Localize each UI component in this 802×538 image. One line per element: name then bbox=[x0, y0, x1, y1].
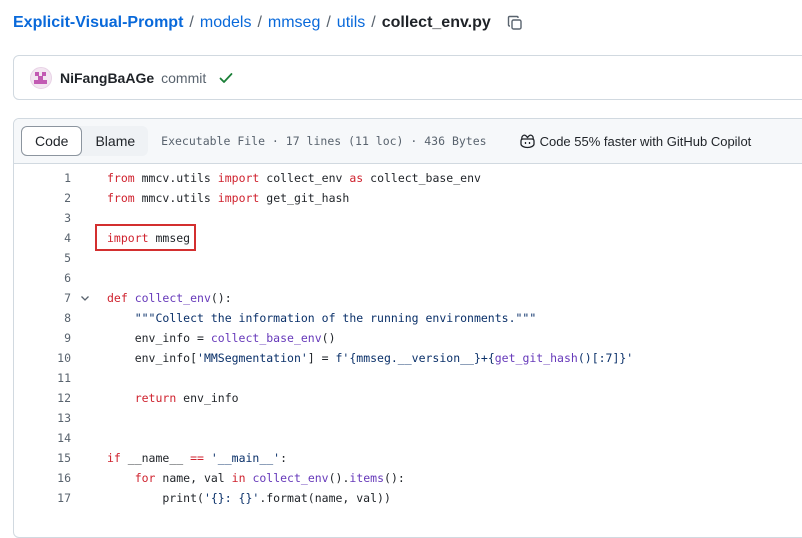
tab-blame[interactable]: Blame bbox=[82, 126, 148, 156]
code-text: env_info = collect_base_env() bbox=[107, 331, 336, 345]
code-line: 1 from mmcv.utils import collect_env as c… bbox=[14, 168, 802, 188]
avatar[interactable] bbox=[30, 66, 52, 89]
commit-author-link[interactable]: NiFangBaAGe bbox=[60, 70, 154, 86]
code-text: return env_info bbox=[134, 391, 239, 405]
code-text: print('{}: {}'.format(name, val)) bbox=[107, 491, 391, 505]
chevron-down-icon[interactable] bbox=[80, 288, 90, 308]
line-number[interactable]: 10 bbox=[14, 348, 71, 368]
highlight-box bbox=[95, 224, 196, 251]
check-icon[interactable] bbox=[218, 70, 234, 86]
code-text: if __name__ == '__main__': bbox=[107, 451, 288, 465]
line-number[interactable]: 5 bbox=[14, 248, 71, 268]
line-number[interactable]: 4 bbox=[14, 228, 71, 248]
code-text: def collect_env(): bbox=[107, 291, 232, 305]
code-view: 1 from mmcv.utils import collect_env as c… bbox=[14, 168, 802, 508]
line-number[interactable]: 7 bbox=[14, 288, 71, 308]
breadcrumb-repo-link[interactable]: Explicit-Visual-Prompt bbox=[13, 14, 183, 32]
breadcrumb-models-link[interactable]: models bbox=[200, 14, 252, 32]
line-number[interactable]: 12 bbox=[14, 388, 71, 408]
line-number[interactable]: 6 bbox=[14, 268, 71, 288]
code-line: 7 def collect_env(): bbox=[14, 288, 802, 308]
code-text: for name, val in collect_env().items(): bbox=[134, 471, 405, 485]
line-number[interactable]: 16 bbox=[14, 468, 71, 488]
line-number[interactable]: 13 bbox=[14, 408, 71, 428]
line-number[interactable]: 17 bbox=[14, 488, 71, 508]
line-number[interactable]: 14 bbox=[14, 428, 71, 448]
file-viewer: Code Blame Executable File · 17 lines (1… bbox=[13, 118, 802, 538]
code-line: 11 bbox=[14, 368, 802, 388]
line-number[interactable]: 3 bbox=[14, 208, 71, 228]
code-line: 4 import mmseg bbox=[14, 224, 802, 251]
code-text: env_info['MMSegmentation'] = f'{mmseg.__… bbox=[107, 351, 634, 365]
copilot-icon bbox=[519, 134, 535, 149]
breadcrumb: Explicit-Visual-Prompt / models / mmseg … bbox=[13, 12, 525, 34]
line-number[interactable]: 1 bbox=[14, 168, 71, 188]
breadcrumb-separator: / bbox=[189, 14, 194, 31]
line-number[interactable]: 9 bbox=[14, 328, 71, 348]
code-line: 8 """Collect the information of the runn… bbox=[14, 308, 802, 328]
code-line: 6 bbox=[14, 268, 802, 288]
code-line: 16 for name, val in collect_env().items(… bbox=[14, 468, 802, 488]
code-line: 15 if __name__ == '__main__': bbox=[14, 448, 802, 468]
line-number[interactable]: 8 bbox=[14, 308, 71, 328]
breadcrumb-file-name: collect_env.py bbox=[381, 14, 491, 31]
code-line: 10 env_info['MMSegmentation'] = f'{mmseg… bbox=[14, 348, 802, 368]
line-number[interactable]: 15 bbox=[14, 448, 71, 468]
code-line: 5 bbox=[14, 248, 802, 268]
view-mode-toggle: Code Blame bbox=[21, 126, 149, 156]
breadcrumb-mmseg-link[interactable]: mmseg bbox=[268, 14, 320, 32]
breadcrumb-separator: / bbox=[257, 14, 262, 31]
code-line: 12 return env_info bbox=[14, 388, 802, 408]
tab-code[interactable]: Code bbox=[21, 126, 83, 156]
line-number[interactable]: 2 bbox=[14, 188, 71, 208]
breadcrumb-utils-link[interactable]: utils bbox=[337, 14, 365, 32]
copilot-promo-text[interactable]: Code 55% faster with GitHub Copilot bbox=[540, 134, 752, 149]
code-text: from mmcv.utils import get_git_hash bbox=[107, 191, 350, 205]
copy-path-icon[interactable] bbox=[507, 14, 525, 32]
commit-message[interactable]: commit bbox=[161, 70, 206, 86]
code-line: 13 bbox=[14, 408, 802, 428]
code-line: 14 bbox=[14, 428, 802, 448]
code-line: 2 from mmcv.utils import get_git_hash bbox=[14, 188, 802, 208]
line-number[interactable]: 11 bbox=[14, 368, 71, 388]
latest-commit-box: NiFangBaAGe commit bbox=[13, 55, 802, 100]
code-line: 9 env_info = collect_base_env() bbox=[14, 328, 802, 348]
copilot-promo-link[interactable]: Code 55% faster with GitHub Copilot bbox=[519, 133, 752, 149]
code-text: from mmcv.utils import collect_env as co… bbox=[107, 171, 481, 185]
breadcrumb-separator: / bbox=[326, 14, 331, 31]
file-meta: Executable File · 17 lines (11 loc) · 43… bbox=[161, 134, 487, 148]
code-text: """Collect the information of the runnin… bbox=[134, 311, 537, 325]
file-header: Code Blame Executable File · 17 lines (1… bbox=[14, 119, 802, 164]
code-line: 17 print('{}: {}'.format(name, val)) bbox=[14, 488, 802, 508]
breadcrumb-separator: / bbox=[371, 14, 376, 31]
